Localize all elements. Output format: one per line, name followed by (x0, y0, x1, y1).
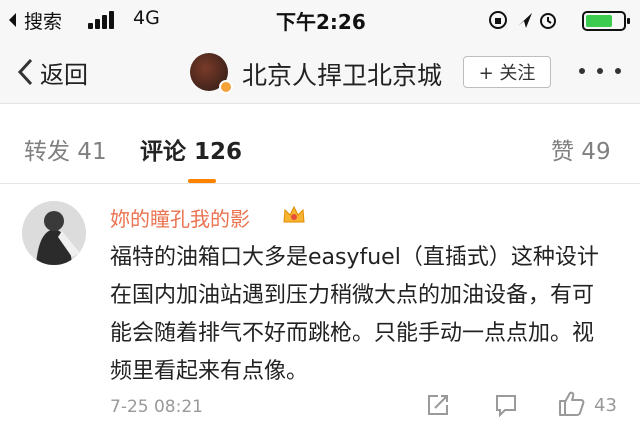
status-bar: 搜索 4G 下午2:26 (0, 0, 640, 40)
tab-likes[interactable]: 赞 49 (551, 132, 611, 166)
tab-reposts[interactable]: 转发 41 (24, 132, 107, 166)
signal-icon (88, 9, 118, 29)
status-time: 下午2:26 (276, 10, 366, 34)
rotation-lock-icon (489, 11, 507, 29)
comment-timestamp: 7-25 08:21 (110, 397, 203, 417)
like-count: 43 (594, 395, 617, 416)
chevron-left-icon (17, 58, 33, 86)
crown-badge-icon (283, 205, 305, 223)
back-button[interactable]: 返回 (16, 54, 88, 90)
tab-bar: 转发 41 评论 126 赞 49 (0, 104, 640, 184)
nav-bar: 返回 北京人捍卫北京城 + 关注 (0, 40, 640, 104)
comment-author[interactable]: 妳的瞳孔我的影 (110, 203, 250, 232)
network-type: 4G (133, 7, 160, 29)
back-to-app-icon[interactable] (6, 11, 20, 29)
location-icon (518, 13, 532, 28)
commenter-avatar[interactable] (22, 201, 86, 265)
comment-icon[interactable] (494, 393, 518, 417)
comment-text: 福特的油箱口大多是easyfuel（直插式）这种设计在国内加油站遇到压力稍微大点… (110, 245, 599, 384)
more-options-icon[interactable] (577, 68, 623, 76)
back-label: 返回 (40, 60, 88, 89)
alarm-icon (540, 13, 556, 29)
verified-badge-icon (219, 80, 233, 94)
tab-comments[interactable]: 评论 126 (140, 132, 242, 166)
page-title[interactable]: 北京人捍卫北京城 (242, 56, 442, 92)
comment-item: 妳的瞳孔我的影 福特的油箱口大多是easyfuel（直插式）这种设计在国内加油站… (0, 185, 640, 426)
active-tab-indicator (188, 179, 216, 183)
status-carrier: 搜索 (24, 11, 63, 33)
avatar-image (22, 201, 86, 265)
follow-button[interactable]: + 关注 (463, 56, 551, 88)
thumbs-up-icon[interactable] (557, 389, 585, 417)
battery-icon (582, 11, 630, 31)
share-icon[interactable] (426, 393, 450, 417)
